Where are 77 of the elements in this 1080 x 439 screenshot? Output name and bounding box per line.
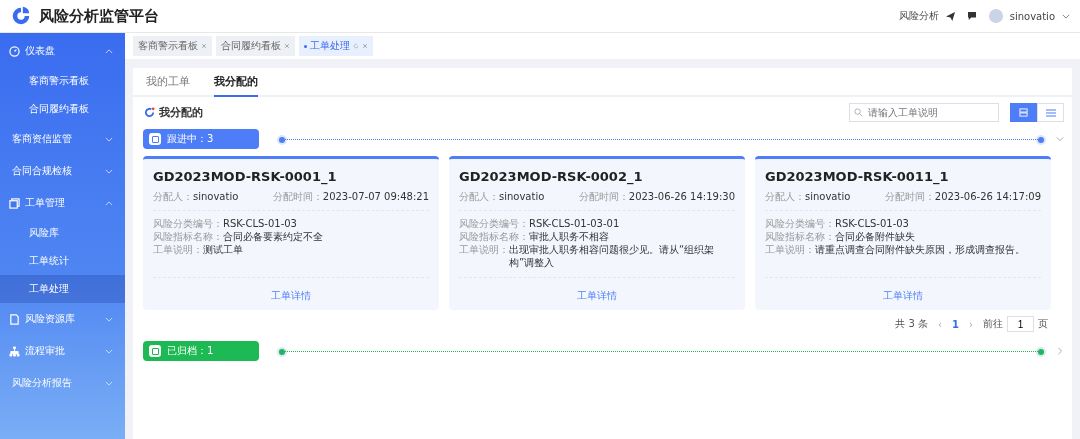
send-icon[interactable] (945, 11, 955, 21)
page-number[interactable]: 1 (952, 318, 959, 330)
app-title: 风险分析监管平台 (39, 6, 159, 26)
open-tab[interactable]: 合同履约看板 (216, 36, 295, 56)
page-tab[interactable]: 我的工单 (146, 68, 190, 97)
section-title: 我分配的 (159, 105, 203, 120)
card-title: GD2023MOD-RSK-0002_1 (459, 168, 644, 187)
sidebar-item[interactable]: 风险资源库 (0, 303, 125, 335)
card-field: 风险指标名称：合同必备要素约定不全 (153, 230, 429, 243)
user-name[interactable]: sinovatio (1009, 10, 1055, 22)
logo-icon (10, 5, 32, 27)
assign-time-text: 分配时间：2023-07-07 09:48:21 (272, 190, 429, 204)
sidebar-subitem[interactable]: 工单处理 (0, 275, 125, 303)
sidebar-subitem[interactable]: 客商警示看板 (0, 67, 125, 95)
status-icon (149, 133, 161, 145)
sidebar-subitem[interactable]: 工单统计 (0, 247, 125, 275)
hierarchy-icon (9, 345, 20, 357)
assignee-text: 分配人：sinovatio (459, 190, 545, 204)
assignee-text: 分配人：sinovatio (765, 190, 851, 204)
total-count: 共 3 条 (895, 317, 929, 331)
close-icon[interactable] (201, 43, 207, 49)
card-field: 风险指标名称：合同必备附件缺失 (765, 230, 1041, 243)
page-tab[interactable]: 我分配的 (214, 68, 258, 97)
next-page-button[interactable]: › (969, 318, 973, 330)
card-field: 工单说明：出现审批人职务相容问题很少见。请从“组织架构”调整入 (459, 243, 735, 269)
sidebar-subitem[interactable]: 合同履约看板 (0, 95, 125, 123)
header-link[interactable]: 风险分析 (898, 9, 939, 23)
group-badge[interactable]: 跟进中：3 (143, 129, 259, 149)
card-field: 风险分类编号：RSK-CLS-01-03-01 (459, 217, 735, 230)
chevron-down-icon[interactable] (1062, 13, 1070, 19)
sidebar-subitem[interactable]: 风险库 (0, 219, 125, 247)
page-unit: 页 (1038, 317, 1048, 331)
message-icon[interactable] (967, 12, 976, 20)
page-input[interactable]: 1 (1007, 316, 1034, 332)
assignee-text: 分配人：sinovatio (153, 190, 239, 204)
file-icon (9, 313, 20, 325)
card-view-icon (1019, 108, 1028, 117)
open-tab[interactable]: 工单处理 (299, 36, 373, 56)
copy-icon (9, 197, 20, 209)
card-title: GD2023MOD-RSK-0001_1 (153, 168, 338, 187)
prev-page-button[interactable]: ‹ (938, 318, 943, 330)
group-label: 跟进中：3 (167, 132, 214, 146)
avatar[interactable] (988, 9, 1003, 23)
active-dot-icon (304, 44, 307, 48)
assign-time-text: 分配时间：2023-06-26 14:19:30 (578, 190, 735, 204)
goto-label: 前往 (983, 317, 1003, 331)
card-field: 工单说明：请重点调查合同附件缺失原因，形成调查报告。 (765, 243, 1041, 256)
group-badge[interactable]: 已归档：1 (143, 341, 259, 361)
close-icon[interactable] (284, 43, 290, 49)
card-field: 风险指标名称：审批人职务不相容 (459, 230, 735, 243)
card-field: 风险分类编号：RSK-CLS-01-03 (765, 217, 1041, 230)
sidebar-item[interactable]: 合同合规检核 (0, 155, 125, 187)
details-link[interactable]: 工单详情 (883, 290, 923, 301)
sidebar-item[interactable]: 客商资信监管 (0, 123, 125, 155)
card-view-button[interactable] (1010, 103, 1037, 122)
sidebar-item[interactable]: 风险分析报告 (0, 367, 125, 399)
status-icon (149, 345, 161, 357)
list-icon (1045, 107, 1056, 118)
list-view-button[interactable] (1037, 103, 1064, 122)
card-title: GD2023MOD-RSK-0011_1 (765, 168, 950, 187)
refresh-icon (144, 107, 155, 118)
details-link[interactable]: 工单详情 (577, 290, 617, 301)
sidebar-item[interactable]: 流程审批 (0, 335, 125, 367)
group-label: 已归档：1 (167, 344, 214, 358)
sidebar-item[interactable]: 仪表盘 (0, 35, 125, 67)
gauge-icon (9, 45, 20, 57)
open-tab[interactable]: 客商警示看板 (133, 36, 212, 56)
card-field: 风险分类编号：RSK-CLS-01-03 (153, 217, 429, 230)
card-field: 工单说明：测试工单 (153, 243, 429, 256)
search-field[interactable]: 请输入工单说明 (849, 103, 999, 122)
details-link[interactable]: 工单详情 (271, 290, 311, 301)
sidebar-item[interactable]: 工单管理 (0, 187, 125, 219)
refresh-icon[interactable] (353, 43, 359, 49)
close-icon[interactable] (362, 43, 368, 49)
assign-time-text: 分配时间：2023-06-26 14:17:09 (884, 190, 1041, 204)
chevron-right-icon[interactable] (1056, 347, 1064, 355)
chevron-down-icon[interactable] (1056, 135, 1064, 143)
